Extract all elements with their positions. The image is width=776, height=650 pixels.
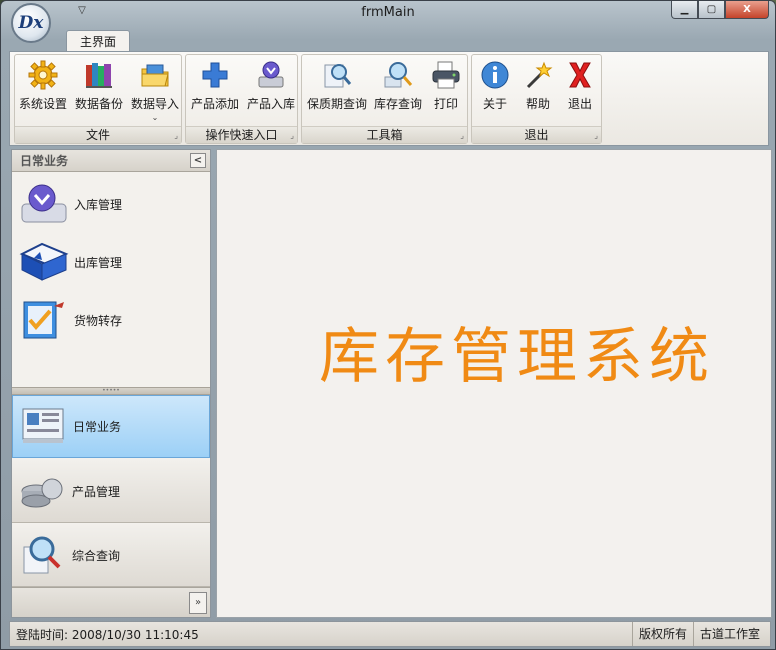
product-add-label: 产品添加 bbox=[190, 97, 239, 111]
login-time-panel: 登陆时间: 2008/10/30 11:10:45 bbox=[16, 626, 199, 643]
nav-group-product-management[interactable]: 产品管理 bbox=[12, 460, 210, 523]
tab-main[interactable]: 主界面 bbox=[66, 30, 130, 52]
login-time-label: 登陆时间: bbox=[16, 628, 69, 642]
stock-out-icon bbox=[19, 242, 69, 281]
plus-icon bbox=[202, 62, 228, 88]
nav-header-title: 日常业务 bbox=[20, 154, 69, 168]
exit-label: 退出 bbox=[567, 97, 592, 111]
group-launcher-icon[interactable]: ⌟ bbox=[174, 131, 178, 140]
chevron-down-icon: ⌄ bbox=[151, 113, 159, 122]
group-toolbox: 保质期查询 库存查询 打印 工具箱 ⌟ bbox=[301, 54, 468, 144]
stock-in-icon bbox=[258, 61, 284, 88]
printer-icon bbox=[432, 61, 460, 89]
login-time-value: 2008/10/30 11:10:45 bbox=[71, 628, 199, 642]
main-content-area: 库存管理系统 bbox=[216, 149, 772, 618]
status-bar: 登陆时间: 2008/10/30 11:10:45 版权所有 古道工作室 bbox=[9, 621, 771, 647]
about-button[interactable]: 关于 bbox=[474, 59, 516, 125]
group-quick-access: 产品添加 产品入库 操作快速入口 ⌟ bbox=[185, 54, 298, 144]
app-logo[interactable]: Dx bbox=[11, 3, 51, 43]
group-quick-access-label: 操作快速入口 bbox=[186, 126, 297, 143]
magnifier-doc-icon bbox=[324, 64, 352, 88]
group-launcher-icon[interactable]: ⌟ bbox=[594, 131, 598, 140]
database-icon bbox=[21, 478, 63, 508]
nav-group-label: 产品管理 bbox=[72, 484, 121, 499]
folder-import-icon bbox=[141, 64, 169, 87]
studio-name: 古道工作室 bbox=[692, 622, 766, 646]
window-title: frmMain bbox=[361, 5, 415, 20]
nav-group-label: 综合查询 bbox=[72, 548, 121, 563]
inventory-query-button[interactable]: 库存查询 bbox=[372, 59, 424, 125]
nav-splitter[interactable]: ••••• bbox=[12, 387, 210, 395]
window-controls: ▁ ▢ X bbox=[671, 1, 769, 20]
checklist-icon bbox=[23, 301, 64, 339]
nav-item-label: 出库管理 bbox=[74, 255, 123, 270]
copyright-label: 版权所有 bbox=[631, 622, 693, 646]
nav-footer: » bbox=[12, 587, 210, 617]
group-file-label: 文件 bbox=[15, 126, 181, 143]
print-label: 打印 bbox=[433, 97, 458, 111]
stock-in-icon bbox=[21, 184, 67, 223]
nav-options-button[interactable]: » bbox=[189, 592, 207, 614]
group-toolbox-label: 工具箱 bbox=[302, 126, 467, 143]
product-stock-in-label: 产品入库 bbox=[246, 97, 295, 111]
search-icon bbox=[384, 62, 413, 88]
print-button[interactable]: 打印 bbox=[426, 59, 466, 125]
search-icon bbox=[23, 536, 61, 574]
exit-x-icon bbox=[569, 62, 591, 88]
info-icon bbox=[481, 61, 509, 89]
group-file: 系统设置 数据备份 数据导入 ⌄ 文件 ⌟ bbox=[14, 54, 182, 144]
close-button[interactable]: X bbox=[725, 1, 769, 19]
exit-button[interactable]: 退出 bbox=[560, 59, 600, 125]
about-label: 关于 bbox=[482, 97, 507, 111]
title-bar: ▽ frmMain ▁ ▢ X bbox=[1, 1, 775, 27]
nav-group-comprehensive-query[interactable]: 综合查询 bbox=[12, 524, 210, 587]
maximize-button[interactable]: ▢ bbox=[698, 1, 725, 19]
nav-item-goods-transfer[interactable]: 货物转存 bbox=[18, 294, 198, 346]
help-button[interactable]: 帮助 bbox=[518, 59, 558, 125]
gear-icon bbox=[28, 60, 58, 90]
group-exit: 关于 帮助 退出 退出 ⌟ bbox=[471, 54, 602, 144]
nav-item-label: 货物转存 bbox=[74, 313, 123, 328]
product-stock-in-button[interactable]: 产品入库 bbox=[244, 59, 298, 125]
copyright-panel: 版权所有 古道工作室 bbox=[631, 622, 766, 646]
group-launcher-icon[interactable]: ⌟ bbox=[460, 131, 464, 140]
expiry-query-label: 保质期查询 bbox=[306, 97, 367, 111]
group-launcher-icon[interactable]: ⌟ bbox=[290, 131, 294, 140]
books-icon bbox=[86, 63, 112, 88]
main-title: 库存管理系统 bbox=[319, 322, 715, 392]
ribbon: 系统设置 数据备份 数据导入 ⌄ 文件 ⌟ 产品添加 产品入库 操作快速入口 ⌟… bbox=[9, 51, 769, 146]
system-settings-button[interactable]: 系统设置 bbox=[17, 59, 69, 125]
inventory-query-label: 库存查询 bbox=[373, 97, 422, 111]
collapse-nav-button[interactable]: < bbox=[190, 153, 206, 168]
nav-item-label: 入库管理 bbox=[74, 197, 123, 212]
nav-group-label: 日常业务 bbox=[73, 420, 122, 434]
data-backup-button[interactable]: 数据备份 bbox=[73, 59, 125, 125]
help-label: 帮助 bbox=[525, 97, 550, 111]
product-add-button[interactable]: 产品添加 bbox=[188, 59, 242, 125]
nav-group-daily-business[interactable]: 日常业务 bbox=[12, 395, 210, 458]
group-exit-label: 退出 bbox=[472, 126, 601, 143]
data-backup-label: 数据备份 bbox=[74, 97, 123, 111]
nav-header: 日常业务 < bbox=[12, 150, 210, 172]
magic-wand-icon bbox=[526, 61, 553, 89]
expiry-query-button[interactable]: 保质期查询 bbox=[304, 59, 370, 125]
nav-item-stock-in[interactable]: 入库管理 bbox=[18, 178, 198, 230]
navigation-pane: 日常业务 < 入库管理 出库管理 货物转存 ••••• 日常业务 产品管理 综合… bbox=[11, 149, 211, 618]
data-import-label: 数据导入 bbox=[130, 97, 179, 111]
minimize-button[interactable]: ▁ bbox=[671, 1, 698, 19]
nav-item-stock-out[interactable]: 出库管理 bbox=[18, 236, 198, 288]
main-window: ▽ frmMain ▁ ▢ X Dx 主界面 系统设置 数据备份 数据导入 ⌄ … bbox=[0, 0, 776, 650]
data-import-button[interactable]: 数据导入 ⌄ bbox=[129, 59, 181, 125]
newspaper-icon bbox=[22, 408, 64, 443]
system-settings-label: 系统设置 bbox=[18, 97, 67, 111]
